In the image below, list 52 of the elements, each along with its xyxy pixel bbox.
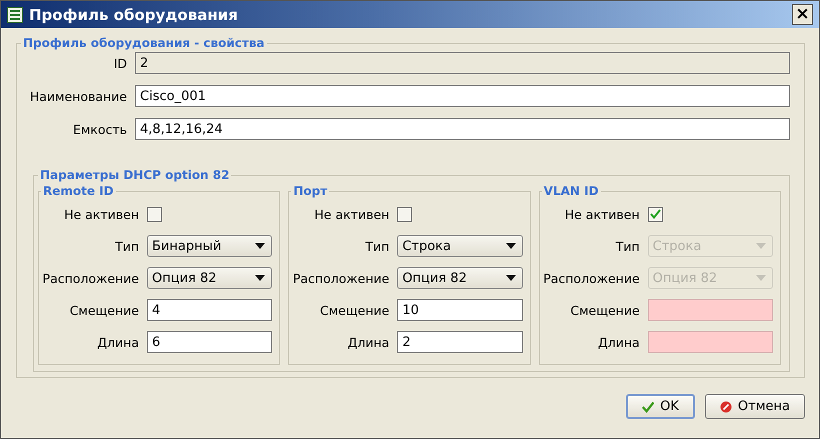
field-label: Смещение [68,302,140,318]
caret-icon [255,275,266,281]
text-field[interactable]: Cisco_001 [135,85,790,107]
text-field[interactable]: 4 [147,299,272,321]
field-label: Расположение [42,270,140,286]
text-field[interactable] [648,299,773,321]
field-label: Не активен [63,206,140,222]
field-label: Тип [614,238,641,254]
list-icon [7,6,23,22]
caret-icon [756,243,766,249]
check-icon [650,209,661,219]
text-field[interactable]: 10 [397,299,523,321]
field-label: Длина [596,334,641,350]
group-title: Порт [292,184,328,198]
dropdown[interactable]: Опция 82 [147,267,272,289]
text-field[interactable]: 2 [397,331,523,353]
ok-button[interactable]: OK [626,394,695,419]
field-label: ID [112,56,128,70]
text-field[interactable] [648,331,773,353]
field-label: Тип [114,238,140,254]
checkbox[interactable] [648,206,663,222]
check-icon [642,400,654,414]
text-field[interactable]: 6 [147,331,272,353]
checkbox[interactable] [147,206,162,222]
dropdown[interactable]: Опция 82 [397,267,523,289]
field-label: Наименование [28,88,128,104]
field-label: Не активен [564,206,641,222]
field-label: Емкость [72,122,128,136]
window-title: Профиль оборудования [29,6,239,24]
field-label: Расположение [292,270,390,286]
field-label: Смещение [319,302,390,318]
field-label: Смещение [569,302,641,318]
field-label: Не активен [313,206,390,222]
close-button[interactable]: × [792,4,813,25]
dropdown[interactable]: Бинарный [147,235,272,257]
dropdown[interactable]: Строка [397,235,523,257]
caret-icon [506,275,516,281]
group-title: Профиль оборудования - свойства [22,36,266,50]
field-label: Расположение [542,270,641,286]
caret-icon [255,243,266,249]
group-title: Remote ID [42,184,115,198]
field-label: Длина [346,334,390,350]
stop-icon [720,400,732,412]
cancel-button[interactable]: Отмена [704,394,805,419]
text-field[interactable]: 4,8,12,16,24 [135,118,790,140]
group-title: Параметры DHCP option 82 [39,168,230,182]
checkbox[interactable] [397,206,412,222]
caret-icon [506,243,516,249]
field-label: Длина [96,334,140,350]
group-title: VLAN ID [542,184,600,198]
caret-icon [756,275,766,281]
field-label: Тип [364,238,390,254]
